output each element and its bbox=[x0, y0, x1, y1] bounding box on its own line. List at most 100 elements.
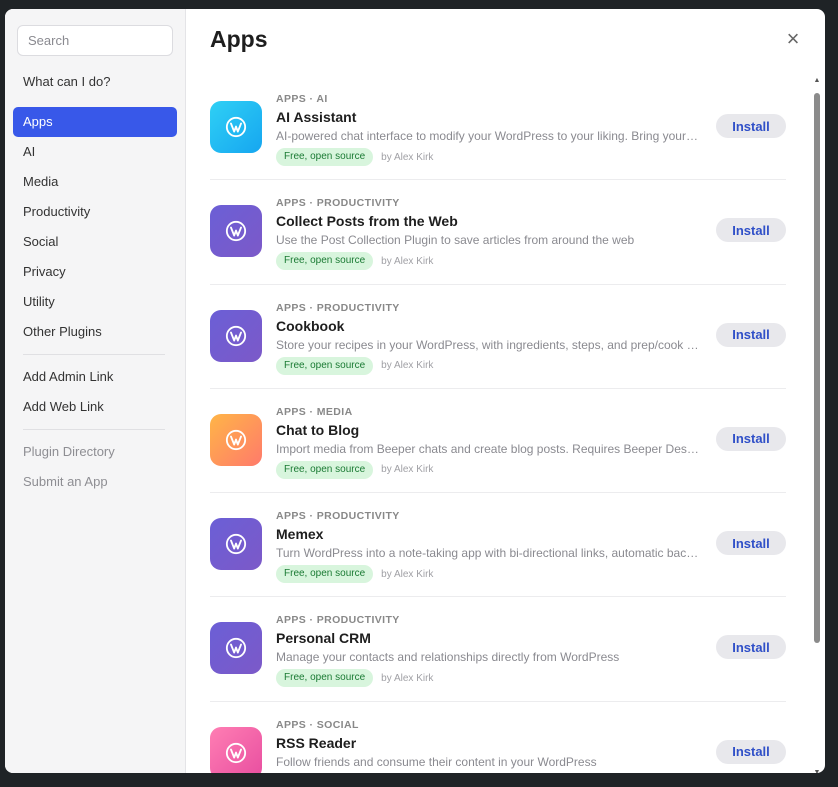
app-name[interactable]: Chat to Blog bbox=[276, 422, 700, 439]
app-card: APPS · PRODUCTIVITY Cookbook Store your … bbox=[210, 285, 786, 389]
app-meta: Free, open source by Alex Kirk bbox=[276, 252, 700, 271]
app-name[interactable]: Collect Posts from the Web bbox=[276, 213, 700, 230]
app-meta: Free, open source by Alex Kirk bbox=[276, 356, 700, 375]
app-card: APPS · PRODUCTIVITY Personal CRM Manage … bbox=[210, 597, 786, 702]
app-info: APPS · PRODUCTIVITY Cookbook Store your … bbox=[276, 301, 700, 375]
sidebar-item-add-web-link[interactable]: Add Web Link bbox=[13, 392, 177, 422]
sidebar-item-add-admin-link[interactable]: Add Admin Link bbox=[13, 362, 177, 392]
sidebar-item-utility[interactable]: Utility bbox=[13, 287, 177, 317]
wordpress-icon bbox=[225, 742, 247, 763]
apps-modal: What can I do? Apps AI Media Productivit… bbox=[5, 9, 825, 773]
app-info: APPS · SOCIAL RSS Reader Follow friends … bbox=[276, 718, 700, 773]
scroll-up-icon[interactable]: ▲ bbox=[813, 77, 821, 85]
sidebar-item-media[interactable]: Media bbox=[13, 167, 177, 197]
app-icon bbox=[210, 622, 262, 675]
app-card: APPS · PRODUCTIVITY Memex Turn WordPress… bbox=[210, 493, 786, 598]
app-category: APPS · PRODUCTIVITY bbox=[276, 301, 400, 314]
sidebar-item-ai[interactable]: AI bbox=[13, 137, 177, 167]
main-content: Apps × APPS · AI AI Assistant AI-powered… bbox=[186, 9, 825, 773]
app-info: APPS · MEDIA Chat to Blog Import media f… bbox=[276, 405, 700, 479]
license-badge: Free, open source bbox=[276, 148, 374, 166]
install-button[interactable]: Install bbox=[716, 531, 786, 556]
sidebar: What can I do? Apps AI Media Productivit… bbox=[5, 9, 186, 773]
sidebar-divider bbox=[23, 354, 165, 355]
app-description: Turn WordPress into a note-taking app wi… bbox=[276, 546, 700, 561]
app-meta: Free, open source by Alex Kirk bbox=[276, 669, 700, 688]
scrollbar-thumb[interactable] bbox=[814, 93, 820, 643]
license-badge: Free, open source bbox=[276, 356, 374, 375]
wordpress-icon bbox=[225, 534, 247, 555]
app-icon bbox=[210, 101, 262, 153]
app-category: APPS · SOCIAL bbox=[276, 718, 359, 731]
app-category: APPS · PRODUCTIVITY bbox=[276, 510, 400, 523]
install-button[interactable]: Install bbox=[716, 739, 786, 764]
sidebar-item-productivity[interactable]: Productivity bbox=[13, 197, 177, 227]
app-category: APPS · AI bbox=[276, 93, 328, 105]
sidebar-item-social[interactable]: Social bbox=[13, 227, 177, 257]
app-description: Import media from Beeper chats and creat… bbox=[276, 441, 700, 456]
app-author: by Alex Kirk bbox=[381, 255, 434, 267]
app-description: AI-powered chat interface to modify your… bbox=[276, 129, 700, 143]
sidebar-item-what-can-i-do[interactable]: What can I do? bbox=[13, 67, 177, 97]
app-info: APPS · PRODUCTIVITY Memex Turn WordPress… bbox=[276, 509, 700, 584]
scroll-down-icon[interactable]: ▼ bbox=[813, 769, 821, 773]
app-name[interactable]: Personal CRM bbox=[276, 630, 700, 647]
app-category: APPS · PRODUCTIVITY bbox=[276, 197, 400, 210]
license-badge: Free, open source bbox=[276, 565, 374, 584]
app-name[interactable]: RSS Reader bbox=[276, 735, 700, 752]
app-card: APPS · AI AI Assistant AI-powered chat i… bbox=[210, 76, 786, 181]
app-card: APPS · MEDIA Chat to Blog Import media f… bbox=[210, 389, 786, 494]
license-badge: Free, open source bbox=[276, 252, 374, 271]
app-author: by Alex Kirk bbox=[381, 360, 434, 372]
install-button[interactable]: Install bbox=[716, 218, 786, 243]
app-author: by Alex Kirk bbox=[381, 568, 434, 580]
app-icon bbox=[210, 413, 262, 466]
app-meta: Free, open source by Alex Kirk bbox=[276, 460, 700, 479]
app-icon bbox=[210, 309, 262, 362]
wordpress-icon bbox=[225, 429, 247, 450]
install-button[interactable]: Install bbox=[716, 426, 786, 451]
app-description: Follow friends and consume their content… bbox=[276, 754, 597, 769]
app-meta: Free, open source by Alex Kirk bbox=[276, 148, 700, 166]
wordpress-icon bbox=[225, 116, 247, 138]
app-icon bbox=[210, 726, 262, 773]
page-title: Apps bbox=[210, 26, 268, 52]
install-button[interactable]: Install bbox=[716, 322, 786, 347]
license-badge: Free, open source bbox=[276, 669, 374, 688]
close-icon[interactable]: × bbox=[783, 28, 803, 50]
app-category: APPS · MEDIA bbox=[276, 405, 353, 418]
install-button[interactable]: Install bbox=[716, 114, 786, 138]
wordpress-icon bbox=[225, 638, 247, 659]
app-author: by Alex Kirk bbox=[381, 672, 434, 684]
sidebar-item-other-plugins[interactable]: Other Plugins bbox=[13, 317, 177, 347]
app-author: by Alex Kirk bbox=[381, 151, 434, 163]
app-info: APPS · AI AI Assistant AI-powered chat i… bbox=[276, 92, 700, 166]
app-name[interactable]: AI Assistant bbox=[276, 109, 700, 126]
sidebar-item-privacy[interactable]: Privacy bbox=[13, 257, 177, 287]
license-badge: Free, open source bbox=[276, 460, 374, 479]
app-icon bbox=[210, 205, 262, 258]
wordpress-icon bbox=[225, 325, 247, 346]
sidebar-item-submit-an-app[interactable]: Submit an App bbox=[13, 467, 177, 497]
app-info: APPS · PRODUCTIVITY Personal CRM Manage … bbox=[276, 613, 700, 688]
install-button[interactable]: Install bbox=[716, 635, 786, 660]
search-input[interactable] bbox=[17, 25, 173, 56]
app-description: Store your recipes in your WordPress, wi… bbox=[276, 337, 700, 352]
app-author: by Alex Kirk bbox=[381, 464, 434, 476]
app-list: APPS · AI AI Assistant AI-powered chat i… bbox=[210, 76, 786, 773]
app-name[interactable]: Memex bbox=[276, 526, 700, 543]
scrollbar[interactable]: ▲ ▼ bbox=[813, 77, 821, 773]
app-name[interactable]: Cookbook bbox=[276, 318, 700, 335]
app-icon bbox=[210, 518, 262, 571]
app-card: APPS · SOCIAL RSS Reader Follow friends … bbox=[210, 702, 786, 773]
app-category: APPS · PRODUCTIVITY bbox=[276, 614, 400, 627]
sidebar-divider bbox=[23, 429, 165, 430]
app-description: Manage your contacts and relationships d… bbox=[276, 650, 620, 665]
sidebar-item-apps[interactable]: Apps bbox=[13, 107, 177, 137]
app-description: Use the Post Collection Plugin to save a… bbox=[276, 233, 635, 248]
app-meta: Free, open source by Alex Kirk bbox=[276, 565, 700, 584]
app-card: APPS · PRODUCTIVITY Collect Posts from t… bbox=[210, 180, 786, 285]
sidebar-item-plugin-directory[interactable]: Plugin Directory bbox=[13, 437, 177, 467]
app-info: APPS · PRODUCTIVITY Collect Posts from t… bbox=[276, 196, 700, 271]
wordpress-icon bbox=[225, 221, 247, 242]
